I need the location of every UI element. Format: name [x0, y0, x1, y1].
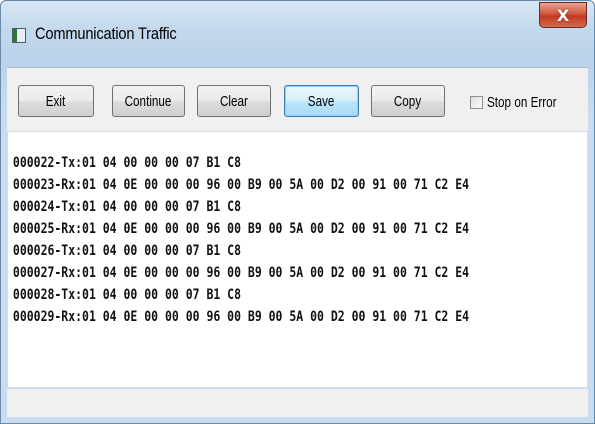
log-line: 000029-Rx:01 04 0E 00 00 00 96 00 B9 00 … — [12, 309, 470, 325]
stop-on-error-checkbox[interactable]: Stop on Error — [470, 92, 576, 112]
copy-button-label: Copy — [394, 92, 422, 110]
communication-traffic-window: Communication Traffic X Exit Continue Cl… — [0, 0, 595, 424]
exit-button[interactable]: Exit — [18, 85, 94, 117]
clear-button-label: Clear — [220, 92, 248, 110]
log-line: 000027-Rx:01 04 0E 00 00 00 96 00 B9 00 … — [12, 265, 470, 281]
copy-button[interactable]: Copy — [371, 85, 445, 117]
app-window-icon — [12, 28, 26, 43]
window-title: Communication Traffic — [35, 24, 177, 43]
stop-on-error-checkbox-box[interactable] — [470, 95, 483, 109]
continue-button-label: Continue — [125, 92, 172, 110]
log-line: 000024-Tx:01 04 00 00 00 07 B1 C8 — [12, 199, 242, 215]
log-line: 000023-Rx:01 04 0E 00 00 00 96 00 B9 00 … — [12, 177, 470, 193]
stop-on-error-label: Stop on Error — [487, 93, 557, 111]
status-bar — [7, 389, 588, 417]
log-line: 000028-Tx:01 04 00 00 00 07 B1 C8 — [12, 287, 242, 303]
title-bar[interactable]: Communication Traffic X — [1, 1, 594, 59]
close-icon: X — [556, 5, 570, 25]
log-line: 000026-Tx:01 04 00 00 00 07 B1 C8 — [12, 243, 242, 259]
log-line: 000025-Rx:01 04 0E 00 00 00 96 00 B9 00 … — [12, 221, 470, 237]
close-button[interactable]: X — [539, 2, 587, 28]
clear-button[interactable]: Clear — [197, 85, 271, 117]
toolbar: Exit Continue Clear Save Copy Stop on Er… — [7, 67, 588, 132]
save-button-label: Save — [308, 92, 335, 110]
traffic-log[interactable]: 000022-Tx:01 04 00 00 00 07 B1 C8 000023… — [7, 131, 588, 388]
continue-button[interactable]: Continue — [112, 85, 185, 117]
log-line: 000022-Tx:01 04 00 00 00 07 B1 C8 — [12, 155, 242, 171]
save-button[interactable]: Save — [284, 85, 359, 117]
exit-button-label: Exit — [46, 92, 66, 110]
